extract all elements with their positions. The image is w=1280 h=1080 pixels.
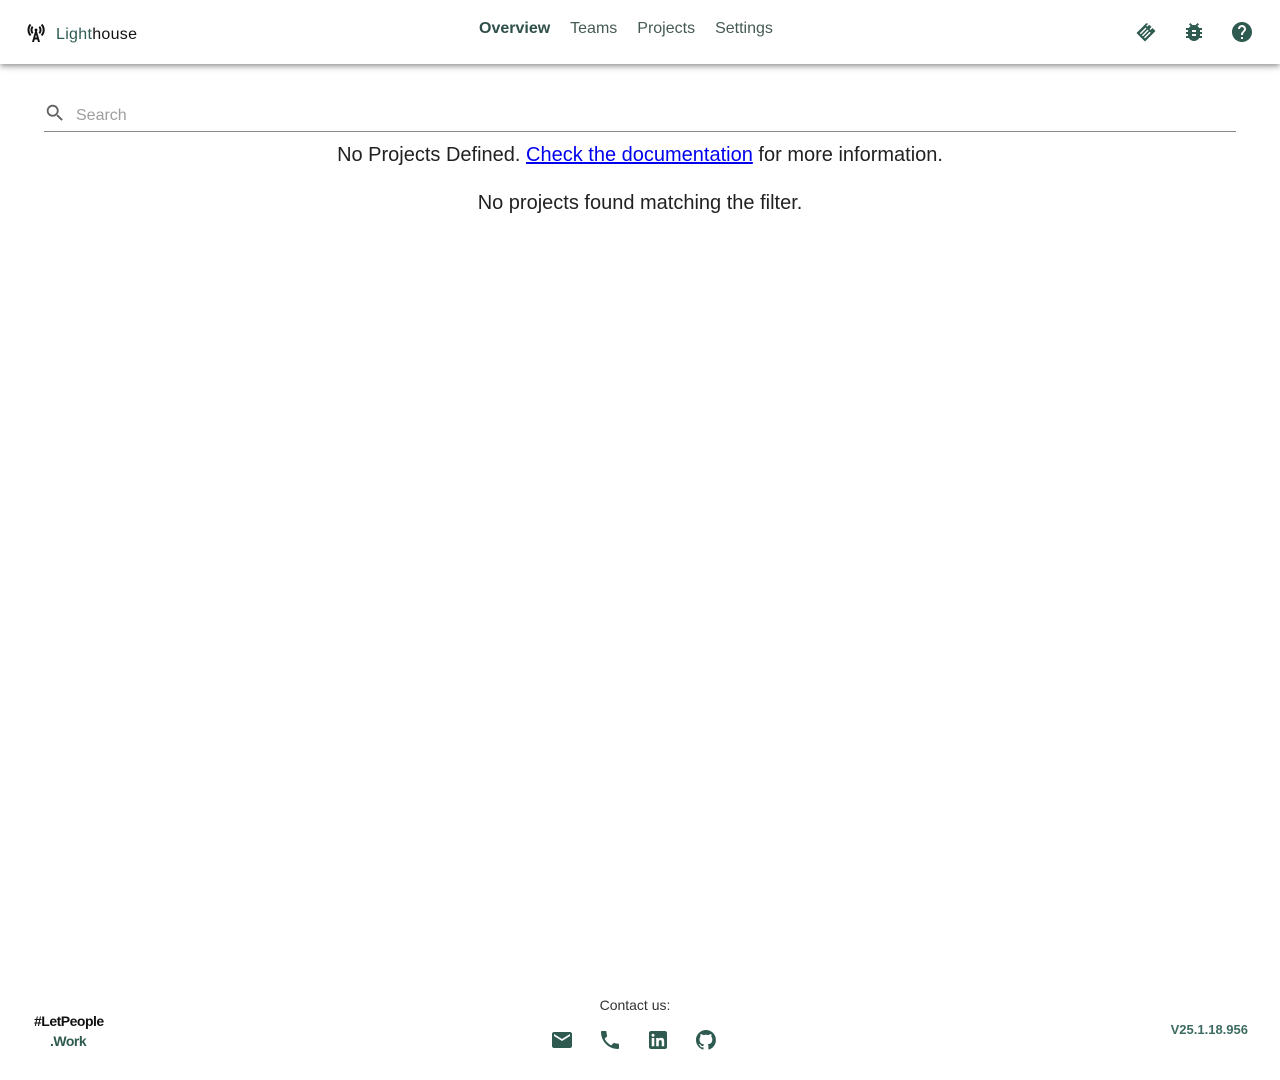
- header-actions: [1134, 20, 1254, 44]
- contact-icons: [550, 1028, 718, 1052]
- nav-overview[interactable]: Overview: [479, 20, 550, 38]
- bug-icon[interactable]: [1182, 20, 1206, 44]
- app-bar: Lighthouse Overview Teams Projects Setti…: [0, 0, 1280, 64]
- nav-teams[interactable]: Teams: [570, 20, 617, 38]
- email-icon[interactable]: [550, 1028, 574, 1052]
- phone-icon[interactable]: [598, 1028, 622, 1052]
- broadcast-tower-icon: [24, 20, 48, 49]
- search-input[interactable]: [76, 106, 1176, 125]
- nav-settings[interactable]: Settings: [715, 20, 773, 38]
- search-icon: [44, 102, 66, 129]
- main-nav: Overview Teams Projects Settings: [479, 20, 773, 38]
- contact-label: Contact us:: [599, 997, 671, 1013]
- no-match-message: No projects found matching the filter.: [477, 192, 803, 214]
- logo-line-1: #LetPeople: [34, 1013, 104, 1029]
- brand-logo[interactable]: Lighthouse: [24, 20, 137, 49]
- search-field: [44, 100, 1236, 132]
- no-projects-text: No Projects Defined.: [337, 144, 521, 166]
- footer-logo[interactable]: #LetPeople .Work: [34, 1011, 104, 1051]
- version-label: V25.1.18.956: [1170, 1022, 1248, 1037]
- brand-name: Lighthouse: [56, 25, 138, 43]
- help-icon[interactable]: [1230, 20, 1254, 44]
- nav-projects[interactable]: Projects: [637, 20, 695, 38]
- logo-line-2: .Work: [50, 1033, 87, 1049]
- no-projects-message: No Projects Defined. Check the documenta…: [0, 144, 1280, 167]
- documentation-link[interactable]: Check the documentation: [526, 144, 753, 166]
- github-icon[interactable]: [694, 1028, 718, 1052]
- handshake-icon[interactable]: [1134, 20, 1158, 44]
- linkedin-icon[interactable]: [646, 1028, 670, 1052]
- more-info-text: for more information.: [758, 144, 943, 166]
